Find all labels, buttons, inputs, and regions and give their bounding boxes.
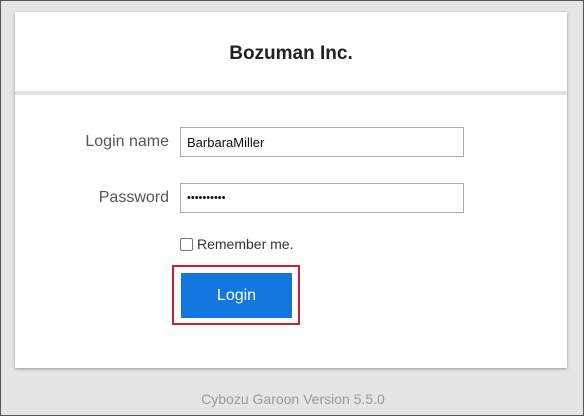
login-card-header: Bozuman Inc. — [15, 12, 567, 91]
password-input[interactable] — [180, 183, 464, 213]
remember-me-label[interactable]: Remember me. — [197, 236, 293, 252]
login-name-input[interactable] — [180, 127, 464, 157]
remember-me-option[interactable]: Remember me. — [180, 236, 293, 252]
version-footer: Cybozu Garoon Version 5.5.0 — [201, 391, 385, 407]
login-button[interactable]: Login — [181, 273, 292, 318]
remember-me-checkbox[interactable] — [180, 237, 193, 251]
window-frame: Bozuman Inc. Login name Password Remembe… — [0, 0, 584, 416]
company-name: Bozuman Inc. — [229, 42, 353, 64]
login-card: Bozuman Inc. Login name Password Remembe… — [15, 12, 567, 368]
header-divider — [15, 91, 567, 95]
password-label: Password — [98, 189, 169, 206]
login-name-label: Login name — [85, 133, 169, 150]
